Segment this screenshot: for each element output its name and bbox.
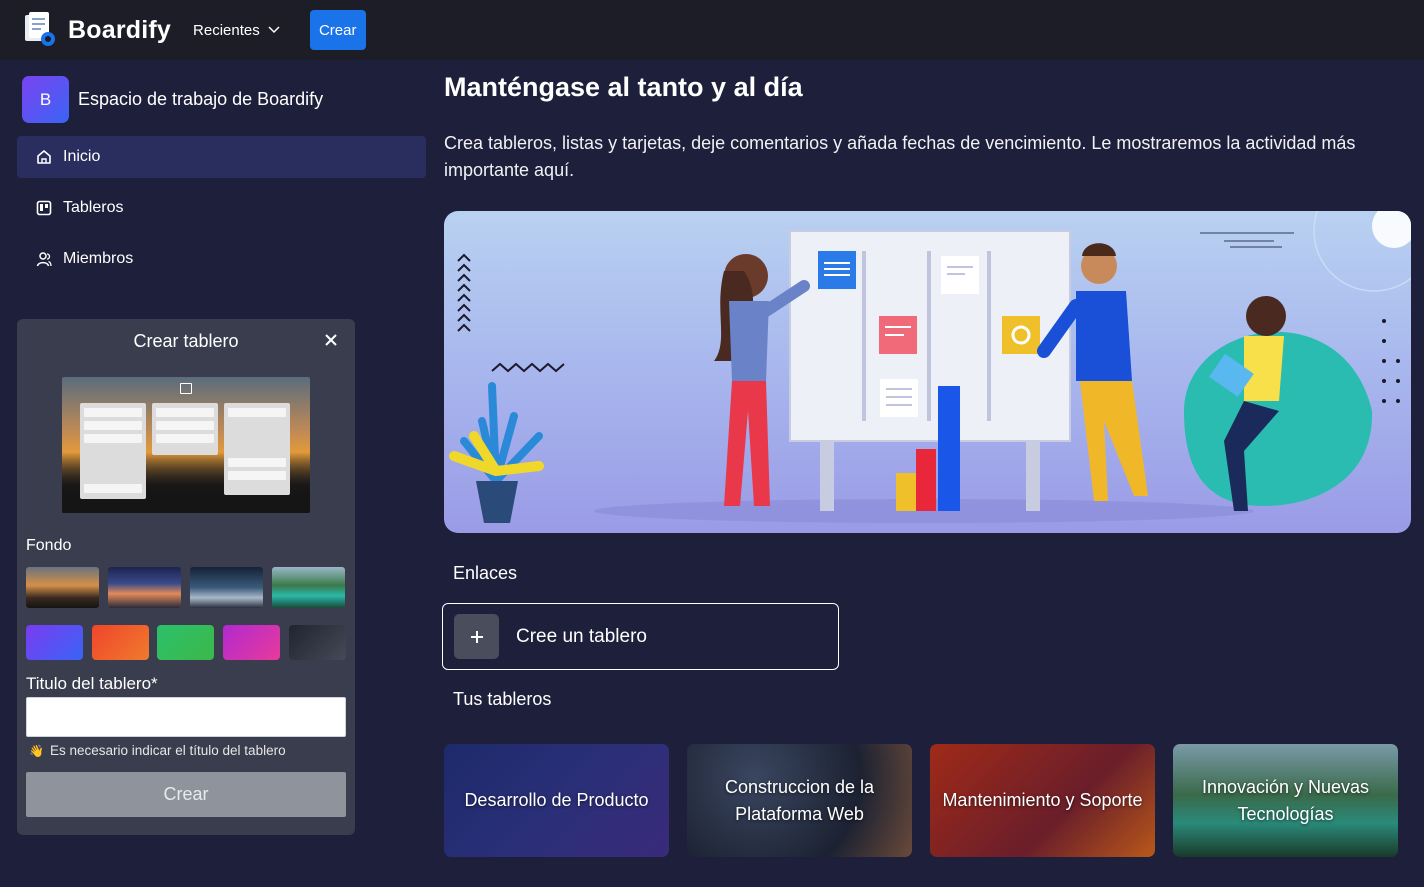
top-bar: Boardify Recientes Crear: [0, 0, 1424, 60]
board-card-title: Mantenimiento y Soporte: [942, 790, 1143, 810]
sidebar-item-label: Tableros: [63, 199, 124, 216]
background-color-pink[interactable]: [223, 625, 280, 660]
board-card-title: Desarrollo de Producto: [464, 790, 649, 810]
sidebar-item-label: Miembros: [63, 250, 134, 267]
board-icon: [36, 200, 52, 216]
hero-illustration: [444, 211, 1411, 533]
background-image-planet-space[interactable]: [190, 567, 263, 608]
create-board-panel: Crear tablero Fondo Titulo del tablero* …: [17, 319, 355, 835]
create-button[interactable]: Crear: [309, 10, 366, 50]
home-icon: [37, 150, 51, 164]
title-required-hint: 👋 Es necesario indicar el título del tab…: [29, 743, 286, 758]
create-board-link-label: Cree un tablero: [516, 625, 647, 647]
page-description: Crea tableros, listas y tarjetas, deje c…: [444, 133, 1356, 180]
recientes-dropdown[interactable]: Recientes: [193, 22, 280, 39]
boardify-logo-icon[interactable]: [22, 12, 60, 48]
background-label: Fondo: [26, 537, 72, 554]
sidebar-item-inicio[interactable]: Inicio: [17, 136, 426, 178]
background-image-forest-sunset[interactable]: [26, 567, 99, 608]
board-card-innovacion-y-nuevas-tecnologias[interactable]: Innovación y Nuevas Tecnologías: [1173, 744, 1398, 857]
members-icon: [36, 252, 52, 267]
board-card-title: Construccion de la Plataforma Web: [724, 776, 875, 824]
preview-list: [224, 403, 290, 495]
wave-hand-icon: 👋: [29, 743, 44, 758]
links-section-label: Enlaces: [453, 563, 518, 583]
background-image-night-sky[interactable]: [108, 567, 181, 608]
workspace-name: Espacio de trabajo de Boardify: [78, 89, 324, 109]
workspace-avatar: B: [22, 76, 69, 123]
board-card-title: Innovación y Nuevas Tecnologías: [1201, 776, 1370, 824]
chevron-down-icon: [268, 26, 280, 34]
create-board-submit-button[interactable]: Crear: [26, 772, 346, 817]
background-image-mountain-lake[interactable]: [272, 567, 345, 608]
app-name[interactable]: Boardify: [68, 16, 171, 45]
board-icon: [180, 383, 192, 394]
sidebar-item-label: Inicio: [63, 148, 101, 165]
board-card-mantenimiento-y-soporte[interactable]: Mantenimiento y Soporte: [930, 744, 1155, 857]
plus-icon: [454, 614, 499, 659]
title-label: Titulo del tablero*: [26, 674, 158, 693]
background-color-orange[interactable]: [92, 625, 149, 660]
boards-section-label: Tus tableros: [453, 689, 552, 709]
board-preview: [62, 377, 310, 513]
background-color-green[interactable]: [157, 625, 214, 660]
preview-list: [152, 403, 218, 455]
recientes-label: Recientes: [193, 21, 260, 39]
hint-text: Es necesario indicar el título del table…: [49, 743, 286, 758]
close-icon[interactable]: [321, 330, 341, 350]
page-title: Manténgase al tanto y al día: [444, 72, 803, 102]
board-title-input[interactable]: [26, 697, 346, 737]
background-color-dark[interactable]: [289, 625, 346, 660]
preview-list: [80, 403, 146, 499]
sidebar: B Espacio de trabajo de Boardify Inicio …: [0, 60, 430, 887]
panel-title: Crear tablero: [133, 331, 239, 351]
background-color-blue[interactable]: [26, 625, 83, 660]
workspace-header[interactable]: B Espacio de trabajo de Boardify: [22, 76, 323, 123]
sidebar-item-tableros[interactable]: Tableros: [17, 187, 426, 229]
sidebar-item-miembros[interactable]: Miembros: [17, 238, 426, 280]
board-card-construccion-plataforma-web[interactable]: Construccion de la Plataforma Web: [687, 744, 912, 857]
create-board-link[interactable]: Cree un tablero: [442, 603, 839, 670]
board-card-desarrollo-de-producto[interactable]: Desarrollo de Producto: [444, 744, 669, 857]
